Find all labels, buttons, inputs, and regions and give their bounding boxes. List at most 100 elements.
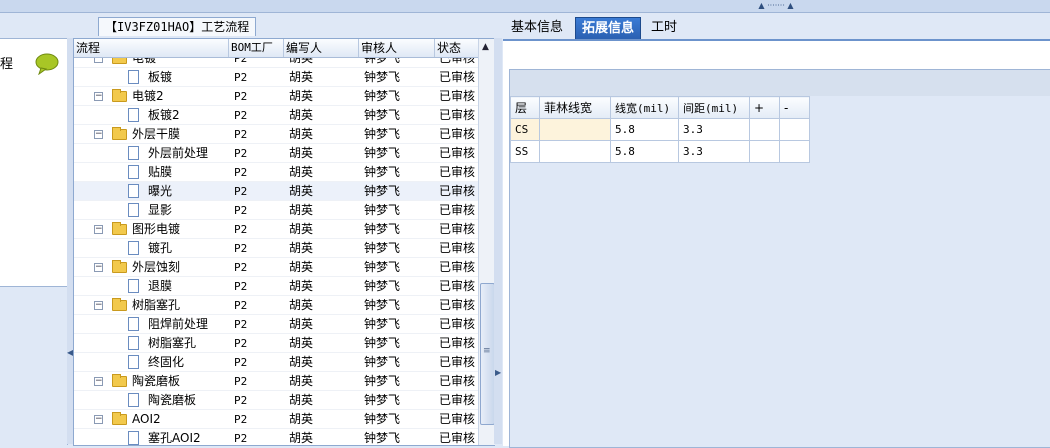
tree-folder-row[interactable]: − 电镀2 P2 胡英 钟梦飞 已审核 [74,87,478,106]
cell-spacing[interactable]: 3.3 [678,118,750,141]
scroll-thumb[interactable]: ≡ [480,283,495,425]
tree-scrollbar[interactable]: ▲ ≡ [478,39,495,445]
reviewer-cell: 钟梦飞 [364,203,401,217]
cell-spacing[interactable]: 3.3 [678,140,750,163]
collapse-toggle-icon[interactable]: − [94,377,103,386]
grip-icon: ≡ [483,346,491,356]
status-cell: 已审核 [439,70,476,84]
splitter-arrow-icon[interactable]: ▶ [495,368,501,377]
col-line-width[interactable]: 线宽(mil) [610,96,679,119]
step-name: 阻焊前处理 [148,317,209,331]
col-header-reviewer[interactable]: 审核人 [359,39,435,57]
collapse-grip[interactable]: ▲ ······· ▲ [742,2,810,10]
tree-folder-row[interactable]: − 外层蚀刻 P2 胡英 钟梦飞 已审核 [74,258,478,277]
status-cell: 已审核 [439,165,476,179]
step-name: 板镀2 [148,108,180,122]
col-spacing[interactable]: 间距(mil) [678,96,750,119]
status-cell: 已审核 [439,127,476,141]
tree-step-row[interactable]: 退膜 P2 胡英 钟梦飞 已审核 [74,277,478,296]
process-tree-panel: 流程 BOM工厂 编写人 审核人 状态 − 电镀 P2 胡英 钟梦飞 已审核 板镀 P2 胡英钟… [73,38,495,446]
status-cell: 已审核 [439,222,476,236]
cell-line-width[interactable]: 5.8 [610,118,679,141]
step-name: 退膜 [148,279,173,293]
collapse-toggle-icon[interactable]: − [94,225,103,234]
writer-cell: 胡英 [289,260,314,274]
tree-step-row[interactable]: 树脂塞孔 P2 胡英 钟梦飞 已审核 [74,334,478,353]
cell-minus[interactable] [779,118,810,141]
reviewer-cell: 钟梦飞 [364,374,401,388]
step-name: 陶瓷磨板 [132,374,181,388]
tab-extended-info[interactable]: 拓展信息 [575,17,642,41]
tree-step-row[interactable]: 终固化 P2 胡英 钟梦飞 已审核 [74,353,478,372]
col-layer[interactable]: 层 [510,96,540,119]
cell-layer[interactable]: SS [510,140,540,163]
folder-icon [112,222,127,235]
cell-plus[interactable] [749,140,780,163]
window-tab[interactable]: 【IV3FZ01HAO】工艺流程 [98,17,257,36]
tree-folder-row[interactable]: − 树脂塞孔 P2 胡英 钟梦飞 已审核 [74,296,478,315]
tree-step-row[interactable]: 曝光 P2 胡英 钟梦飞 已审核 [74,182,478,201]
tree-folder-row[interactable]: − 图形电镀 P2 胡英 钟梦飞 已审核 [74,220,478,239]
right-splitter[interactable]: ▶ [494,38,502,444]
document-icon [128,355,139,369]
cell-film-width[interactable] [539,140,611,163]
document-icon [128,146,139,160]
collapse-toggle-icon[interactable]: − [94,263,103,272]
status-cell: 已审核 [439,108,476,122]
col-header-writer[interactable]: 编写人 [284,39,359,57]
tree-step-row[interactable]: 显影 P2 胡英 钟梦飞 已审核 [74,201,478,220]
collapse-toggle-icon[interactable]: − [94,58,103,63]
layer-row[interactable]: CS 5.8 3.3 [510,118,810,141]
status-cell: 已审核 [439,58,476,65]
collapse-toggle-icon[interactable]: − [94,92,103,101]
document-icon [128,165,139,179]
tree-folder-row[interactable]: − 陶瓷磨板 P2 胡英 钟梦飞 已审核 [74,372,478,391]
reviewer-cell: 钟梦飞 [364,298,401,312]
step-name: 板镀 [148,70,173,84]
bom-factory-cell: P2 [234,337,248,350]
col-header-status[interactable]: 状态 [435,39,478,57]
cell-line-width[interactable]: 5.8 [610,140,679,163]
tree-step-row[interactable]: 板镀 P2 胡英 钟梦飞 已审核 [74,68,478,87]
collapse-toggle-icon[interactable]: − [94,130,103,139]
document-icon [128,431,139,445]
tree-step-row[interactable]: 塞孔AOI2 P2 胡英 钟梦飞 已审核 [74,429,478,445]
writer-cell: 胡英 [289,431,314,445]
bom-factory-cell: P2 [234,109,248,122]
tree-folder-row[interactable]: − 电镀 P2 胡英 钟梦飞 已审核 [74,58,478,68]
document-icon [128,203,139,217]
tree-step-row[interactable]: 外层前处理 P2 胡英 钟梦飞 已审核 [74,144,478,163]
tree-step-row[interactable]: 贴膜 P2 胡英 钟梦飞 已审核 [74,163,478,182]
document-icon [128,108,139,122]
detail-panel: 基本信息 拓展信息 工时 层 菲林线宽 线宽(mil) 间距(mil) + - … [503,13,1050,448]
tree-folder-row[interactable]: − 外层干膜 P2 胡英 钟梦飞 已审核 [74,125,478,144]
bom-factory-cell: P2 [234,204,248,217]
tree-step-row[interactable]: 镀孔 P2 胡英 钟梦飞 已审核 [74,239,478,258]
chat-bubble-icon[interactable] [35,53,59,75]
layer-row[interactable]: SS 5.8 3.3 [510,140,810,163]
cell-minus[interactable] [779,140,810,163]
status-cell: 已审核 [439,374,476,388]
status-cell: 已审核 [439,317,476,331]
collapse-toggle-icon[interactable]: − [94,301,103,310]
collapse-toggle-icon[interactable]: − [94,415,103,424]
left-panel-label: 程 [0,57,14,72]
col-film-width[interactable]: 菲林线宽 [539,96,611,119]
reviewer-cell: 钟梦飞 [364,184,401,198]
remove-column-button[interactable]: - [779,96,810,119]
cell-plus[interactable] [749,118,780,141]
add-column-button[interactable]: + [749,96,780,119]
writer-cell: 胡英 [289,203,314,217]
tree-step-row[interactable]: 阻焊前处理 P2 胡英 钟梦飞 已审核 [74,315,478,334]
writer-cell: 胡英 [289,336,314,350]
scroll-up-icon[interactable]: ▲ [482,42,489,52]
tree-step-row[interactable]: 陶瓷磨板 P2 胡英 钟梦飞 已审核 [74,391,478,410]
tab-work-hours[interactable]: 工时 [645,17,683,39]
cell-layer[interactable]: CS [510,118,540,141]
tree-step-row[interactable]: 板镀2 P2 胡英 钟梦飞 已审核 [74,106,478,125]
cell-film-width[interactable] [539,118,611,141]
tab-basic-info[interactable]: 基本信息 [505,17,569,39]
tree-folder-row[interactable]: − AOI2 P2 胡英 钟梦飞 已审核 [74,410,478,429]
col-header-bom[interactable]: BOM工厂 [229,39,284,57]
col-header-flow[interactable]: 流程 [74,39,229,57]
